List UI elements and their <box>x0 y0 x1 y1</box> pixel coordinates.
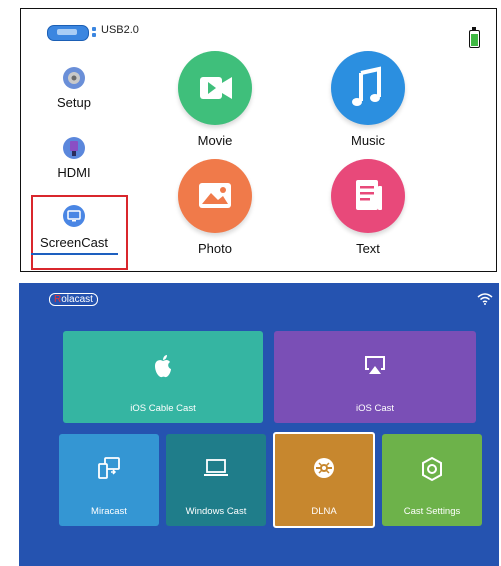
wifi-icon <box>477 293 493 305</box>
image-icon <box>178 159 252 233</box>
document-icon <box>331 159 405 233</box>
music-note-icon <box>331 51 405 125</box>
app-music[interactable]: Music <box>318 51 418 148</box>
screen-cast-icon <box>63 205 85 227</box>
app-movie[interactable]: Movie <box>165 51 265 148</box>
sidebar-item-screencast[interactable]: ScreenCast <box>29 205 119 250</box>
tile-label: DLNA <box>311 506 337 517</box>
tile-ios-cast[interactable]: iOS Cast <box>274 331 476 423</box>
selection-underline <box>31 253 118 255</box>
usb-icon <box>47 25 89 41</box>
sidebar-item-label: ScreenCast <box>40 235 108 250</box>
tile-windows-cast[interactable]: Windows Cast <box>166 434 266 526</box>
tile-ios-cable-cast[interactable]: iOS Cable Cast <box>63 331 263 423</box>
gear-icon <box>63 67 85 89</box>
tile-miracast[interactable]: Miracast <box>59 434 159 526</box>
app-label: Photo <box>198 241 232 256</box>
battery-icon <box>469 27 480 48</box>
tile-label: Windows Cast <box>185 506 247 517</box>
usb-separator-icon <box>92 25 96 39</box>
tile-label: Miracast <box>91 506 127 517</box>
tile-label: iOS Cable Cast <box>130 403 196 414</box>
apple-icon <box>155 355 171 378</box>
media-menu-panel: USB2.0 Setup HDMI ScreenCast Movie Music <box>20 8 497 272</box>
tile-label: Cast Settings <box>403 506 461 517</box>
laptop-icon <box>204 459 228 476</box>
cast-menu-panel: Rolacast iOS Cable Cast iOS Cast Miracas… <box>19 283 499 566</box>
sidebar-item-label: HDMI <box>57 165 91 180</box>
airplay-icon <box>365 356 385 374</box>
brand-logo: Rolacast <box>49 293 98 306</box>
tile-cast-settings[interactable]: Cast Settings <box>382 434 482 526</box>
tile-dlna[interactable]: DLNA <box>273 432 375 528</box>
app-text[interactable]: Text <box>318 159 418 256</box>
hdmi-cable-icon <box>63 137 85 159</box>
dlna-icon <box>314 458 334 478</box>
app-photo[interactable]: Photo <box>165 159 265 256</box>
sidebar-item-label: Setup <box>57 95 91 110</box>
video-camera-icon <box>178 51 252 125</box>
usb-status-label: USB2.0 <box>101 24 139 36</box>
app-label: Movie <box>197 133 233 148</box>
sidebar-item-setup[interactable]: Setup <box>29 67 119 110</box>
sidebar-item-hdmi[interactable]: HDMI <box>29 137 119 180</box>
tile-label: iOS Cast <box>355 403 394 414</box>
devices-icon <box>98 457 120 479</box>
app-label: Text <box>356 241 380 256</box>
app-label: Music <box>351 133 385 148</box>
settings-hexagon-icon <box>422 456 442 482</box>
